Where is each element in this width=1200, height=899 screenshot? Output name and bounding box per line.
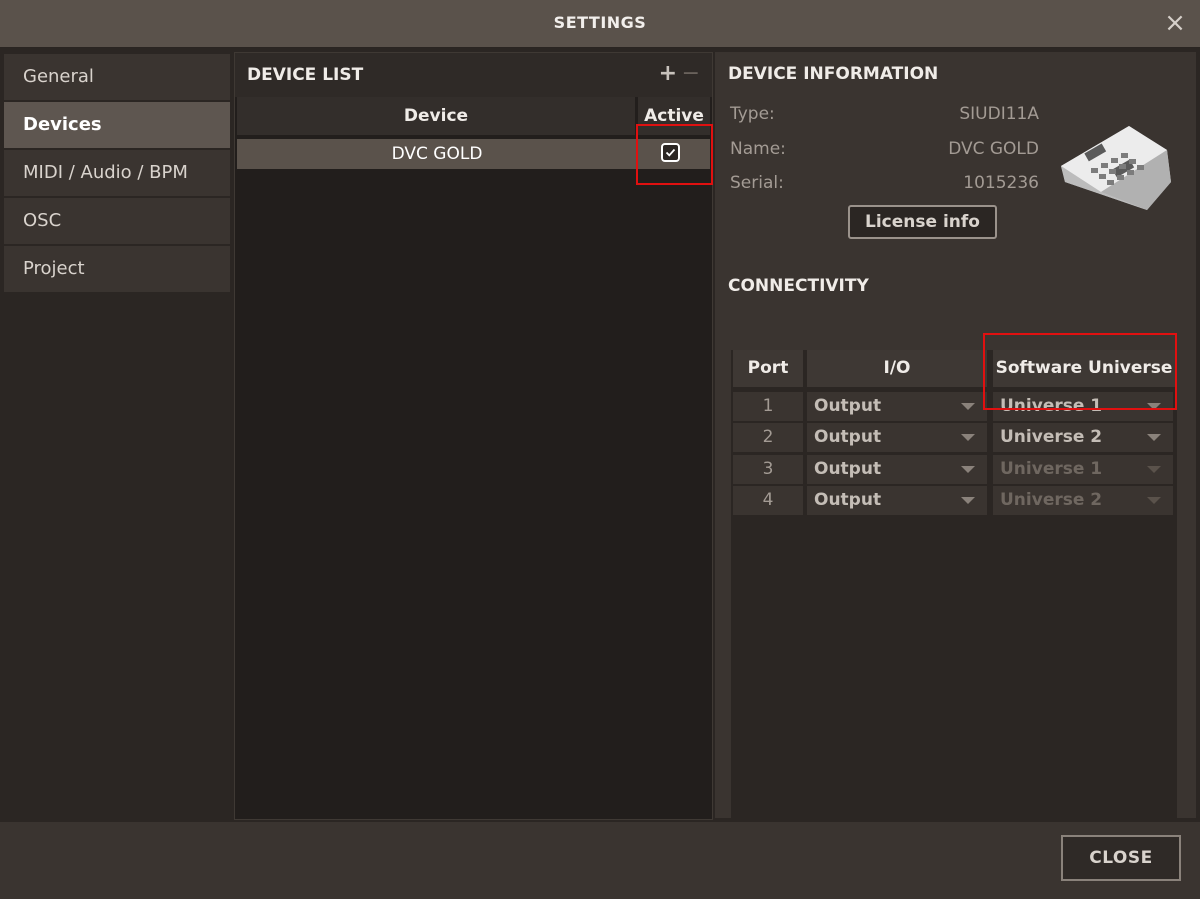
name-label: Name: [730,139,786,159]
device-information-section: DEVICE INFORMATION Type: SIUDI11A Name: … [715,52,1196,255]
dropdown-arrow-icon [1147,403,1161,410]
device-name: DVC GOLD [391,144,483,164]
port-cell: 1 [733,392,803,421]
port-cell: 4 [733,486,803,515]
device-info-panel: DEVICE INFORMATION Type: SIUDI11A Name: … [715,52,1196,858]
device-list-title: DEVICE LIST [247,65,364,85]
universe-value: Universe 2 [1000,490,1103,510]
dropdown-arrow-icon [1147,497,1161,504]
sidebar-item-devices[interactable]: Devices [4,102,230,148]
serial-value: 1015236 [963,173,1039,193]
add-device-button[interactable]: + [659,61,677,86]
io-dropdown[interactable]: Output [807,486,987,515]
sidebar-item-osc[interactable]: OSC [4,198,230,244]
io-value: Output [814,459,882,479]
window-title: SETTINGS [553,13,647,32]
dropdown-arrow-icon [1147,466,1161,473]
io-dropdown[interactable]: Output [807,392,987,421]
remove-device-button[interactable]: − [682,61,700,86]
name-value: DVC GOLD [948,139,1039,159]
universe-dropdown[interactable]: Universe 2 [993,423,1173,452]
io-dropdown[interactable]: Output [807,423,987,452]
io-dropdown[interactable]: Output [807,455,987,484]
io-value: Output [814,396,882,416]
serial-label: Serial: [730,173,784,193]
sidebar-item-midi-audio-bpm[interactable]: MIDI / Audio / BPM [4,150,230,196]
footer: CLOSE [0,822,1200,899]
universe-value: Universe 1 [1000,459,1103,479]
settings-body: General Devices MIDI / Audio / BPM OSC P… [0,48,1200,858]
sidebar: General Devices MIDI / Audio / BPM OSC P… [4,52,232,818]
close-button[interactable]: CLOSE [1061,835,1181,881]
port-cell: 2 [733,423,803,452]
dropdown-arrow-icon [961,403,975,410]
port-cell: 3 [733,455,803,484]
close-icon[interactable]: × [1162,10,1188,36]
type-value: SIUDI11A [959,104,1039,124]
universe-dropdown-disabled: Universe 2 [993,486,1173,515]
dropdown-arrow-icon [1147,434,1161,441]
port-column-header[interactable]: Port [733,350,803,387]
device-information-title: DEVICE INFORMATION [728,64,939,84]
active-column-header[interactable]: Active [638,97,710,135]
device-list-header: DEVICE LIST + − [235,53,712,97]
sidebar-item-project[interactable]: Project [4,246,230,292]
license-info-button[interactable]: License info [848,205,997,239]
device-image [1061,126,1171,210]
dropdown-arrow-icon [961,497,975,504]
title-bar: SETTINGS × [0,0,1200,48]
universe-column-header[interactable]: Software Universe [993,350,1175,387]
universe-dropdown[interactable]: Universe 1 [993,392,1173,421]
device-list-panel: DEVICE LIST + − Device Active DVC GOLD [234,52,713,820]
universe-value: Universe 2 [1000,427,1103,447]
connectivity-table: Port I/O Software Universe 1 Output Univ… [731,350,1177,858]
active-checkbox[interactable] [661,143,680,162]
device-row[interactable]: DVC GOLD [237,139,710,169]
device-column-header[interactable]: Device [237,97,635,135]
type-label: Type: [730,104,775,124]
io-value: Output [814,427,882,447]
dropdown-arrow-icon [961,434,975,441]
dropdown-arrow-icon [961,466,975,473]
io-column-header[interactable]: I/O [807,350,987,387]
connectivity-title: CONNECTIVITY [728,276,869,296]
universe-dropdown-disabled: Universe 1 [993,455,1173,484]
check-icon [665,148,676,157]
sidebar-item-general[interactable]: General [4,54,230,100]
io-value: Output [814,490,882,510]
universe-value: Universe 1 [1000,396,1103,416]
